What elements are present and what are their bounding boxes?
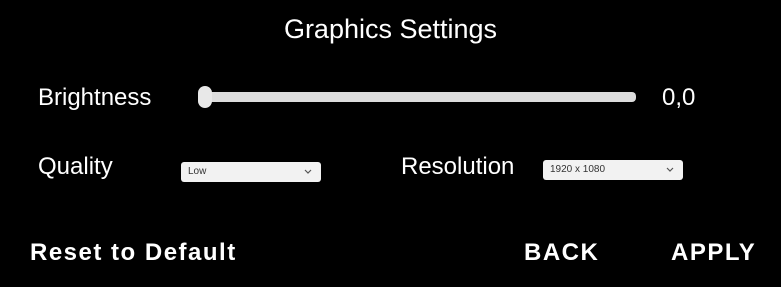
quality-label: Quality: [38, 153, 113, 180]
brightness-slider-track[interactable]: [204, 92, 636, 102]
back-button[interactable]: BACK: [524, 238, 599, 268]
resolution-dropdown-value: 1920 x 1080: [550, 164, 606, 175]
page-title: Graphics Settings: [283, 14, 498, 44]
quality-dropdown[interactable]: Low: [181, 162, 321, 182]
brightness-label: Brightness: [38, 84, 152, 111]
chevron-down-icon: [665, 160, 675, 180]
chevron-down-icon: [303, 162, 313, 182]
reset-to-default-button[interactable]: Reset to Default: [30, 238, 237, 268]
resolution-dropdown[interactable]: 1920 x 1080: [543, 160, 683, 180]
apply-button[interactable]: APPLY: [671, 238, 756, 268]
graphics-settings-panel: Graphics Settings Brightness 0,0 Quality…: [0, 0, 781, 287]
resolution-label: Resolution: [401, 153, 515, 180]
quality-dropdown-value: Low: [188, 166, 207, 177]
brightness-slider[interactable]: [198, 86, 636, 108]
brightness-slider-handle[interactable]: [198, 86, 212, 108]
brightness-value: 0,0: [662, 84, 696, 111]
